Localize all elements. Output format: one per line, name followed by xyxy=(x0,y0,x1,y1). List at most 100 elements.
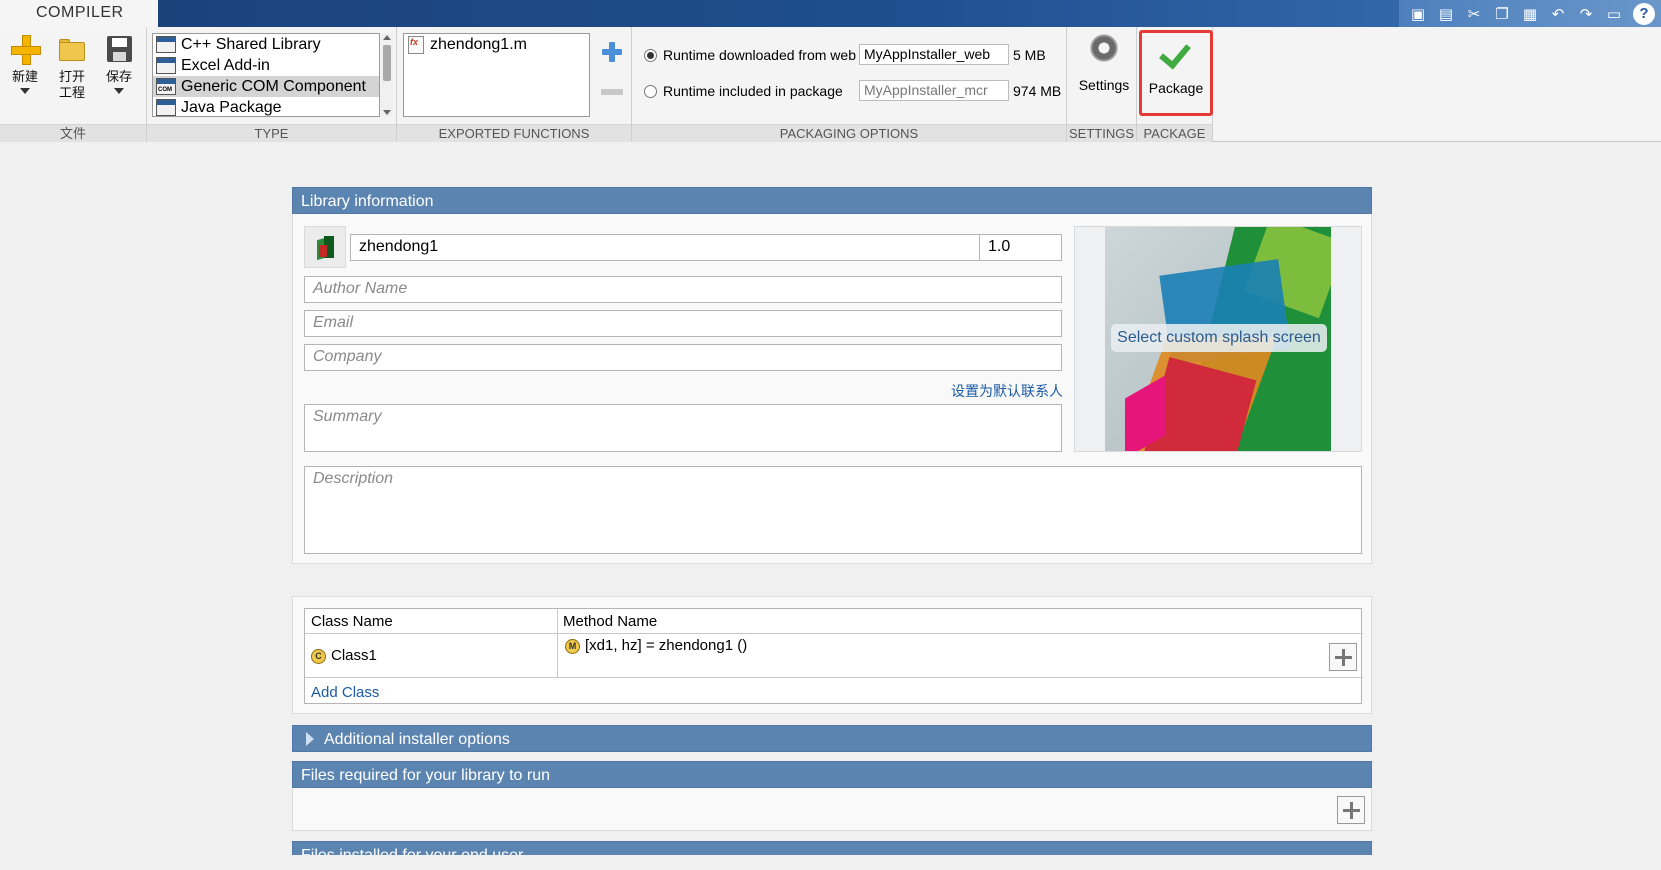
group-label-type: TYPE xyxy=(147,124,396,142)
description-field[interactable]: Description xyxy=(304,466,1362,554)
app-icon-button[interactable] xyxy=(304,226,346,268)
runtime-package-installer-name[interactable]: MyAppInstaller_mcr xyxy=(859,80,1009,101)
additional-installer-options-header[interactable]: Additional installer options xyxy=(292,725,1372,752)
function-item[interactable]: fx zhendong1.m xyxy=(404,34,589,56)
runtime-web-option[interactable]: Runtime downloaded from web xyxy=(644,47,856,63)
new-icon xyxy=(9,33,41,65)
group-label-packaging: PACKAGING OPTIONS xyxy=(632,124,1066,142)
email-field[interactable]: Email xyxy=(304,310,1062,337)
method-icon: M xyxy=(565,638,580,654)
checkmark-icon xyxy=(1161,39,1191,67)
runtime-web-installer-name[interactable]: MyAppInstaller_web xyxy=(859,44,1009,65)
save-button-label: 保存 xyxy=(105,69,132,84)
new-file-icon[interactable]: ▣ xyxy=(1405,3,1431,25)
folder-icon xyxy=(56,33,88,65)
matlab-function-file-icon: fx xyxy=(408,36,424,54)
gear-icon xyxy=(1089,33,1119,63)
scroll-up-icon[interactable] xyxy=(383,35,391,40)
runtime-package-label: Runtime included in package xyxy=(663,83,843,99)
function-file-name: zhendong1.m xyxy=(430,36,527,53)
library-name-field[interactable]: zhendong1 xyxy=(350,234,980,261)
method-row[interactable]: M [xd1, hz] = zhendong1 () xyxy=(565,637,747,654)
save-icon[interactable]: ▤ xyxy=(1433,3,1459,25)
column-divider xyxy=(557,609,558,677)
settings-button[interactable]: Settings xyxy=(1074,33,1134,93)
open-button-label: 打开 工程 xyxy=(58,69,85,100)
class-name-column-header: Class Name xyxy=(305,609,557,634)
class-icon: C xyxy=(311,648,326,664)
runtime-web-radio[interactable] xyxy=(644,48,657,62)
group-label-package: PACKAGE xyxy=(1137,124,1212,142)
type-list-scrollbar[interactable] xyxy=(381,33,393,117)
select-splash-screen-button[interactable]: Select custom splash screen xyxy=(1111,324,1327,352)
scroll-down-icon[interactable] xyxy=(383,110,391,115)
class-panel: Class Name Method Name C Class1 M [xd1, hz… xyxy=(292,596,1372,714)
chevron-down-icon xyxy=(114,88,124,94)
ribbon: 新建 打开 工程 保存 文件 TYPE C++ Shared Library E… xyxy=(0,27,1661,142)
add-required-file-button[interactable] xyxy=(1337,796,1365,824)
tab-compiler[interactable]: COMPILER xyxy=(0,0,158,27)
open-project-button[interactable]: 打开 工程 xyxy=(54,33,90,101)
layout-icon[interactable]: ▭ xyxy=(1601,3,1627,25)
class-row[interactable]: C Class1 xyxy=(311,647,377,664)
type-item-label: Java Package xyxy=(181,98,282,116)
files-installed-section: Files installed for your end user xyxy=(292,841,1372,855)
group-label-exported: EXPORTED FUNCTIONS xyxy=(397,124,631,142)
class-table: Class Name Method Name C Class1 M [xd1, hz… xyxy=(304,608,1363,704)
version-field[interactable]: 1.0 xyxy=(979,234,1062,261)
summary-field[interactable]: Summary xyxy=(304,404,1062,452)
settings-button-label: Settings xyxy=(1078,77,1130,93)
author-name-field[interactable]: Author Name xyxy=(304,276,1062,303)
method-name-column-header: Method Name xyxy=(557,609,1363,634)
runtime-package-radio[interactable] xyxy=(644,84,657,98)
package-button[interactable]: Package xyxy=(1139,30,1213,116)
add-function-button[interactable] xyxy=(601,41,623,63)
type-item-java[interactable]: Java Package xyxy=(153,97,379,116)
runtime-package-option[interactable]: Runtime included in package xyxy=(644,83,843,99)
undo-icon[interactable]: ↶ xyxy=(1545,3,1571,25)
add-class-link[interactable]: Add Class xyxy=(311,684,379,701)
library-information-header: Library information xyxy=(292,187,1372,214)
help-icon[interactable]: ? xyxy=(1633,2,1655,25)
library-information-panel: zhendong1 1.0 Author Name Email Company … xyxy=(292,214,1372,564)
scrollbar-thumb[interactable] xyxy=(383,45,391,81)
type-item-label: Generic COM Component xyxy=(181,77,366,95)
com-icon xyxy=(156,78,176,95)
splash-screen-area[interactable]: Select custom splash screen xyxy=(1074,226,1362,452)
files-required-header: Files required for your library to run xyxy=(292,761,1372,788)
additional-installer-options-label: Additional installer options xyxy=(324,731,510,748)
excel-icon xyxy=(156,57,176,74)
copy-icon[interactable]: ❐ xyxy=(1489,3,1515,25)
save-button[interactable]: 保存 xyxy=(102,33,136,94)
type-item-label: Excel Add-in xyxy=(181,56,270,74)
title-bar: COMPILER ▣ ▤ ✂ ❐ ▦ ↶ ↷ ▭ ? xyxy=(0,0,1661,27)
method-signature: [xd1, hz] = zhendong1 () xyxy=(585,637,748,654)
type-list[interactable]: C++ Shared Library Excel Add-in Generic … xyxy=(152,33,380,117)
expand-arrow-icon[interactable] xyxy=(306,732,314,746)
cut-icon[interactable]: ✂ xyxy=(1461,3,1487,25)
new-button[interactable]: 新建 xyxy=(8,33,42,94)
group-label-settings: SETTINGS xyxy=(1067,124,1136,142)
chevron-down-icon xyxy=(20,88,30,94)
redo-icon[interactable]: ↷ xyxy=(1573,3,1599,25)
runtime-web-size: 5 MB xyxy=(1013,47,1046,63)
type-item-excel[interactable]: Excel Add-in xyxy=(153,55,379,76)
main-content: Library information zhendong1 1.0 Author… xyxy=(292,187,1372,855)
runtime-web-label: Runtime downloaded from web xyxy=(663,47,856,63)
add-method-button[interactable] xyxy=(1329,643,1357,671)
group-label-file: 文件 xyxy=(0,124,146,142)
runtime-package-size: 974 MB xyxy=(1013,83,1062,99)
quick-access-toolbar: ▣ ▤ ✂ ❐ ▦ ↶ ↷ ▭ ? xyxy=(1399,0,1661,27)
type-item-cpp[interactable]: C++ Shared Library xyxy=(153,34,379,55)
java-icon xyxy=(156,99,176,116)
type-item-com[interactable]: Generic COM Component xyxy=(153,76,379,97)
remove-function-button[interactable] xyxy=(601,89,623,95)
files-installed-header[interactable]: Files installed for your end user xyxy=(292,841,1372,855)
set-default-contact-link[interactable]: 设置为默认联系人 xyxy=(951,381,1063,401)
files-required-panel xyxy=(292,788,1372,831)
save-disk-icon xyxy=(103,33,135,65)
company-field[interactable]: Company xyxy=(304,344,1062,371)
library-icon xyxy=(156,36,176,53)
exported-functions-list[interactable]: fx zhendong1.m xyxy=(403,33,590,117)
paste-icon[interactable]: ▦ xyxy=(1517,3,1543,25)
